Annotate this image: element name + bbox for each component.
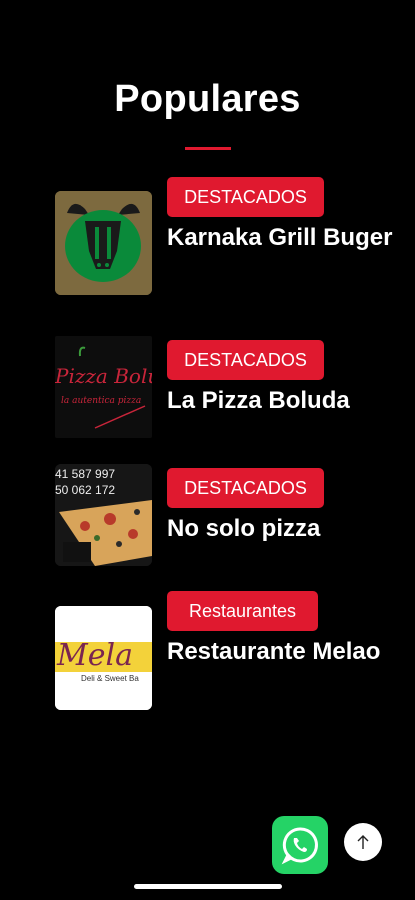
- badge-destacados: DESTACADOS: [167, 340, 324, 380]
- restaurant-logo[interactable]: Pizza Bolu la autentica pizza: [55, 336, 152, 438]
- title-underline: [185, 147, 231, 150]
- phone-number: 41 587 997: [55, 467, 116, 481]
- pizza-logo-subtext: la autentica pizza: [61, 396, 142, 406]
- page-title: Populares: [114, 78, 301, 120]
- restaurant-name[interactable]: No solo pizza: [167, 509, 402, 549]
- melao-logo-text: Mela: [57, 638, 133, 673]
- arrow-up-icon: [357, 835, 369, 849]
- restaurant-name[interactable]: Restaurante Melao: [167, 632, 402, 672]
- whatsapp-icon: [281, 827, 318, 865]
- home-indicator: [134, 884, 282, 889]
- restaurant-logo[interactable]: 41 587 997 50 062 172: [55, 464, 152, 566]
- restaurant-logo[interactable]: Mela Deli & Sweet Ba: [55, 606, 152, 710]
- badge-destacados: DESTACADOS: [167, 177, 324, 217]
- melao-logo-subtext: Deli & Sweet Ba: [81, 674, 139, 683]
- restaurant-name[interactable]: Karnaka Grill Buger: [167, 218, 402, 258]
- badge-destacados: DESTACADOS: [167, 468, 324, 508]
- pizza-logo-text: Pizza Bolu: [55, 364, 152, 388]
- phone-number: 50 062 172: [55, 483, 116, 497]
- scroll-top-button[interactable]: [344, 823, 382, 861]
- badge-restaurantes: Restaurantes: [167, 591, 318, 631]
- restaurant-name[interactable]: La Pizza Boluda: [167, 381, 402, 421]
- bull-head-logo-icon: [55, 191, 152, 295]
- whatsapp-button[interactable]: [272, 816, 328, 874]
- restaurant-logo[interactable]: [55, 191, 152, 295]
